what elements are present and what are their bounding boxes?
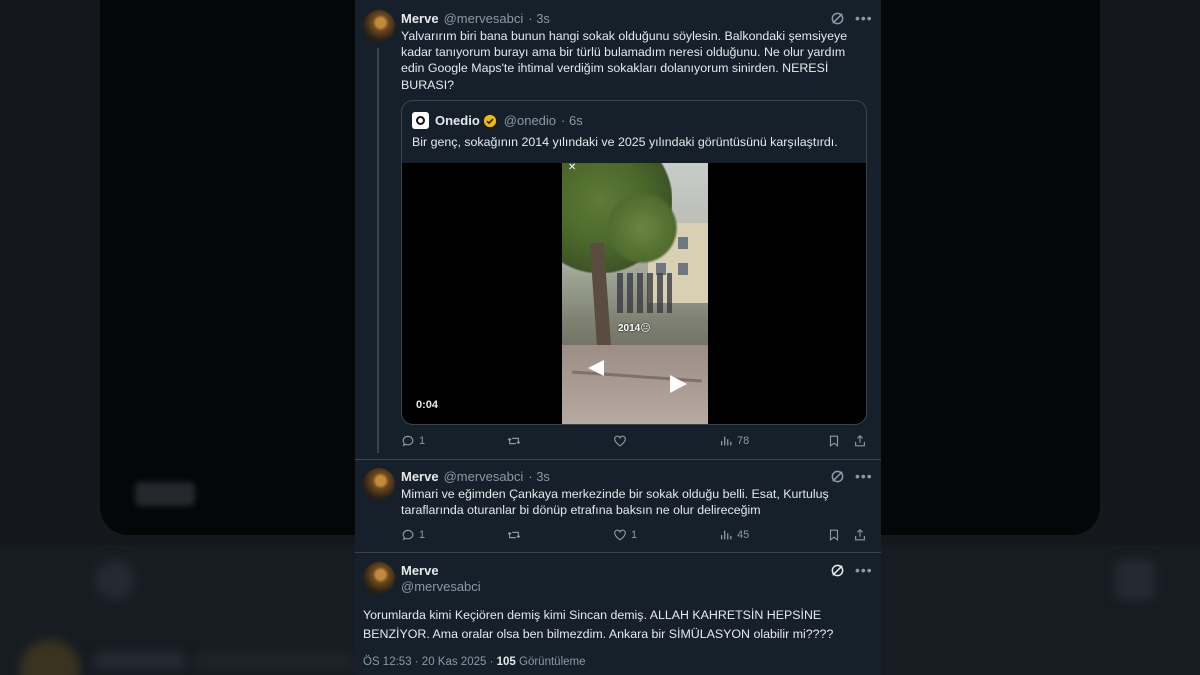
tweet-text: Mimari ve eğimden Çankaya merkezinde bir… [401,487,829,518]
retweet-button[interactable] [507,528,525,542]
quoted-tweet-card[interactable]: Onedio @onedio · 6s Bir genç, sokağının … [401,100,867,425]
background-ghost-icon [95,560,135,600]
tweet-text: Yorumlarda kimi Keçiören demiş kimi Sinc… [363,608,834,641]
street-view-arrow-left-icon [588,360,604,376]
like-button[interactable]: 1 [613,528,637,542]
divider [355,552,881,553]
quote-time[interactable]: · 6s [561,113,583,128]
views-count: 45 [737,529,750,541]
author-name[interactable]: Merve [401,469,439,484]
reply-count: 1 [419,529,426,541]
reply-count: 1 [419,435,426,447]
views-button[interactable]: 78 [719,434,749,448]
reply-icon [402,435,414,447]
onedio-logo [412,112,429,129]
grok-icon[interactable] [830,563,845,578]
retweet-icon [507,531,521,539]
views-label: Görüntüleme [519,656,586,668]
bookmark-icon [829,529,839,541]
divider [355,459,881,460]
author-name[interactable]: Merve [401,563,439,578]
views-icon [720,436,732,446]
tweet-text: Yalvarırım biri bana bunun hangi sokak o… [401,29,848,92]
video-frame: ✕ 2014😐 [562,163,708,424]
avatar[interactable] [363,468,395,500]
background-ghost-handle [195,652,355,670]
share-icon [855,528,865,541]
reply-icon [402,529,414,541]
bookmark-icon [829,435,839,447]
thread-connector-line [377,48,379,453]
share-icon [855,434,865,447]
reply-button[interactable]: 1 [401,434,425,448]
more-icon[interactable]: ••• [855,468,873,484]
tweet-timestamp[interactable]: ÖS 12:53 · 20 Kas 2025 · [363,656,493,668]
avatar[interactable] [363,10,395,42]
views-count: 78 [737,435,750,447]
like-count: 1 [631,529,638,541]
avatar[interactable] [363,562,395,594]
more-icon[interactable]: ••• [855,562,873,578]
author-handle[interactable]: @mervesabci [444,11,524,26]
retweet-icon [507,437,521,445]
more-icon[interactable]: ••• [855,10,873,26]
video-timestamp: 0:04 [416,399,439,411]
views-button[interactable]: 45 [719,528,749,542]
views-icon [720,530,732,540]
video-player[interactable]: ✕ 2014😐 0:04 [402,163,866,424]
like-icon [614,529,626,541]
tweet-time[interactable]: · 3s [528,11,550,26]
tweet-1-actions: 1 78 [401,434,867,452]
retweet-button[interactable] [507,434,525,448]
grok-icon[interactable] [830,11,845,26]
author-handle[interactable]: @mervesabci [444,469,524,484]
quote-author-name[interactable]: Onedio [435,113,480,128]
tweet-time[interactable]: · 3s [528,469,550,484]
views-count: 105 [496,656,516,668]
like-button[interactable] [613,434,631,448]
author-handle[interactable]: @mervesabci [401,579,481,594]
share-button[interactable] [853,434,867,448]
street-view-arrow-right-icon [670,375,687,393]
reply-button[interactable]: 1 [401,528,425,542]
background-ghost-name [95,652,185,670]
bookmark-button[interactable] [827,528,841,542]
like-icon [614,435,626,447]
tweet-2-actions: 1 1 45 [401,528,867,546]
background-blurred-text [135,482,195,506]
verified-badge-icon [483,114,496,127]
bookmark-button[interactable] [827,434,841,448]
close-icon: ✕ [568,163,577,173]
quote-text: Bir genç, sokağının 2014 yılındaki ve 20… [412,135,838,149]
video-overlay-text: 2014😐 [618,323,651,334]
grok-icon[interactable] [830,469,845,484]
author-name[interactable]: Merve [401,11,439,26]
share-button[interactable] [853,528,867,542]
quote-author-handle[interactable]: @onedio [504,113,556,128]
